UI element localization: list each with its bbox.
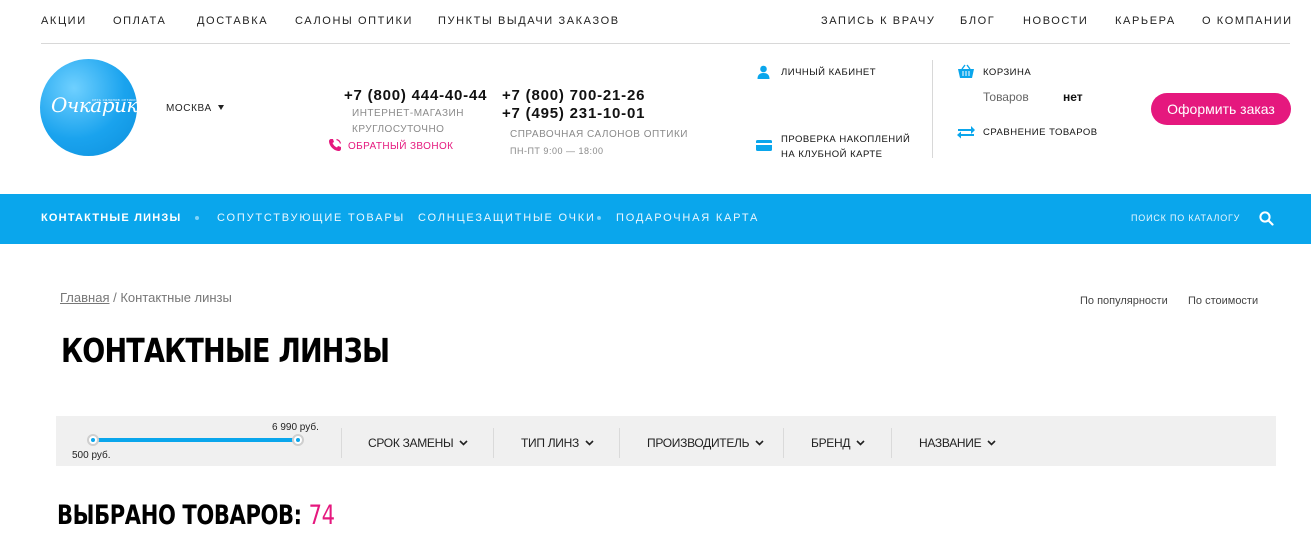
filter-divider <box>341 428 342 458</box>
separator-dot <box>396 216 400 220</box>
filter-divider <box>891 428 892 458</box>
price-max-label: 6 990 руб. <box>272 422 319 433</box>
price-min-label: 500 руб. <box>72 450 111 461</box>
price-range-track[interactable] <box>93 438 299 442</box>
chevron-down-icon <box>856 440 865 446</box>
cart-items-value: нет <box>1063 90 1083 104</box>
personal-account-link[interactable]: Личный кабинет <box>757 65 876 80</box>
selected-products-number: 74 <box>308 500 335 531</box>
cart-link[interactable]: Корзина <box>957 64 1032 80</box>
filter-replacement-period-label: Срок замены <box>368 436 454 450</box>
phone-salons-2[interactable]: +7 (495) 231-10-01 <box>502 105 645 122</box>
filter-name-label: Название <box>919 436 982 450</box>
catalog-item-accessories[interactable]: Сопутствующие товары <box>217 212 405 224</box>
salons-hours: Пн-Пт 9:00 — 18:00 <box>510 146 604 156</box>
filter-divider <box>783 428 784 458</box>
filter-lens-type-label: Тип линз <box>521 436 579 450</box>
selected-products-label: Выбрано товаров: <box>57 500 302 531</box>
filter-manufacturer-label: Производитель <box>647 436 750 450</box>
sort-by-price[interactable]: По стоимости <box>1188 295 1258 307</box>
separator-dot <box>195 216 199 220</box>
nav-link-pickup-points[interactable]: Пункты выдачи заказов <box>438 15 620 27</box>
cart-label: Корзина <box>983 67 1032 78</box>
nav-link-news[interactable]: Новости <box>1023 15 1088 27</box>
catalog-item-gift-card[interactable]: Подарочная карта <box>616 212 759 224</box>
caret-down-icon <box>217 105 224 110</box>
phone-salons-1[interactable]: +7 (800) 700-21-26 <box>502 87 645 104</box>
breadcrumb: Главная / Контактные линзы <box>60 290 232 305</box>
chevron-down-icon <box>987 440 996 446</box>
club-card-link[interactable]: Проверка накоплений на клубной карте <box>756 132 910 162</box>
online-store-hours: круглосуточно <box>352 124 445 135</box>
filter-divider <box>619 428 620 458</box>
top-navigation: Акции Оплата Доставка Салоны оптики Пунк… <box>41 0 1293 44</box>
nav-link-payment[interactable]: Оплата <box>113 15 166 27</box>
chevron-down-icon <box>585 440 594 446</box>
catalog-bar: Контактные линзы Сопутствующие товары Со… <box>0 194 1311 244</box>
filter-brand-label: Бренд <box>811 436 851 450</box>
online-store-caption: Интернет-магазин <box>352 108 464 119</box>
compare-arrows-icon <box>957 126 975 139</box>
cart-items-label: Товаров <box>983 90 1029 104</box>
catalog-search-label[interactable]: Поиск по каталогу <box>1131 213 1240 223</box>
compare-label: Сравнение товаров <box>983 127 1098 138</box>
personal-account-label: Личный кабинет <box>781 67 877 78</box>
page-title: Контактные линзы <box>61 331 390 370</box>
sort-by-popularity[interactable]: По популярности <box>1080 295 1168 307</box>
basket-icon <box>958 64 974 78</box>
city-selector[interactable]: Москва <box>166 103 224 114</box>
club-card-line1: Проверка накоплений <box>781 134 911 145</box>
callback-label: Обратный звонок <box>348 141 454 152</box>
breadcrumb-home-link[interactable]: Главная <box>60 290 109 305</box>
card-icon <box>756 140 772 151</box>
breadcrumb-separator: / <box>113 290 117 305</box>
filter-manufacturer[interactable]: Производитель <box>647 436 764 450</box>
filter-brand[interactable]: Бренд <box>811 436 865 450</box>
logo-tagline: сеть салонов оптики <box>92 97 136 102</box>
phone-online-store[interactable]: +7 (800) 444-40-44 <box>344 87 487 104</box>
price-max-handle[interactable] <box>292 434 304 446</box>
header-divider <box>932 60 933 158</box>
price-min-handle[interactable] <box>87 434 99 446</box>
search-icon[interactable] <box>1259 211 1274 226</box>
catalog-item-contact-lenses[interactable]: Контактные линзы <box>41 212 181 224</box>
nav-link-blog[interactable]: Блог <box>960 15 995 27</box>
salons-caption: Справочная салонов оптики <box>510 129 688 140</box>
nav-link-about[interactable]: О компании <box>1202 15 1293 27</box>
club-card-line2: на клубной карте <box>781 149 883 160</box>
nav-link-career[interactable]: Карьера <box>1115 15 1176 27</box>
phone-icon <box>329 138 342 151</box>
nav-link-delivery[interactable]: Доставка <box>197 15 268 27</box>
nav-link-promotions[interactable]: Акции <box>41 15 87 27</box>
breadcrumb-current: Контактные линзы <box>120 290 232 305</box>
catalog-item-sunglasses[interactable]: Солнцезащитные очки <box>418 212 596 224</box>
filter-lens-type[interactable]: Тип линз <box>521 436 594 450</box>
selected-products-count: Выбрано товаров: 74 <box>57 500 335 531</box>
nav-link-salons[interactable]: Салоны оптики <box>295 15 413 27</box>
city-name: Москва <box>166 103 212 114</box>
filter-name[interactable]: Название <box>919 436 996 450</box>
chevron-down-icon <box>459 440 468 446</box>
filter-divider <box>493 428 494 458</box>
chevron-down-icon <box>755 440 764 446</box>
filter-replacement-period[interactable]: Срок замены <box>368 436 468 450</box>
compare-link[interactable]: Сравнение товаров <box>956 125 1098 140</box>
brand-logo[interactable]: Очкарик сеть салонов оптики <box>40 59 138 156</box>
callback-link[interactable]: Обратный звонок <box>328 138 453 152</box>
filter-bar: 500 руб. 6 990 руб. Срок замены Тип линз… <box>56 416 1276 466</box>
nav-link-doctor-appointment[interactable]: Запись к врачу <box>821 15 936 27</box>
user-icon <box>757 65 770 79</box>
separator-dot <box>597 216 601 220</box>
checkout-button[interactable]: Оформить заказ <box>1151 93 1291 125</box>
